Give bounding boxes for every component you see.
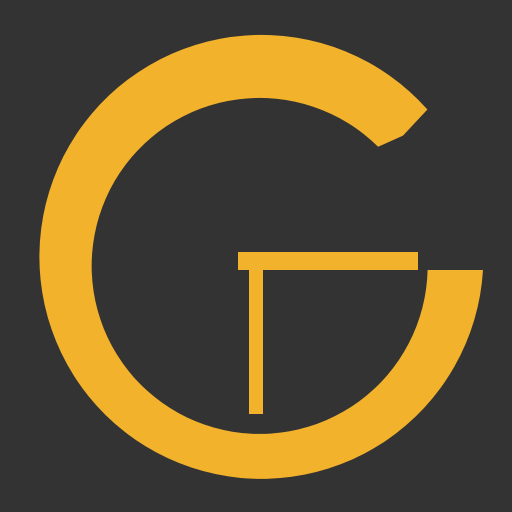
table-leg bbox=[249, 270, 263, 414]
table-top bbox=[238, 252, 418, 270]
g-table-logo-icon bbox=[0, 0, 512, 512]
app-icon bbox=[0, 0, 512, 512]
